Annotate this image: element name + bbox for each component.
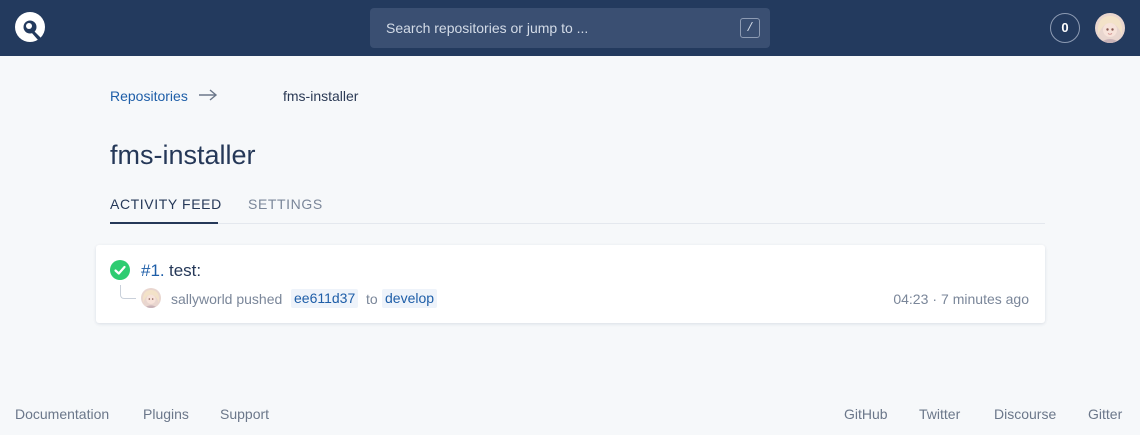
avatar-image-icon <box>141 288 161 308</box>
page-title: fms-installer <box>110 140 256 170</box>
commit-author-avatar <box>141 288 161 308</box>
branch-link[interactable]: develop <box>382 289 438 308</box>
search-box: / <box>370 8 770 48</box>
commit-sha-link[interactable]: ee611d37 <box>291 289 359 308</box>
tabs-divider <box>110 223 1045 224</box>
tree-connector <box>120 285 136 299</box>
build-action: pushed <box>236 291 283 307</box>
search-input[interactable] <box>370 8 770 48</box>
footer-link-twitter[interactable]: Twitter <box>919 406 960 422</box>
success-check-icon <box>110 260 130 280</box>
build-number[interactable]: #1. <box>141 261 165 281</box>
footer-link-github[interactable]: GitHub <box>844 406 888 422</box>
footer-link-documentation[interactable]: Documentation <box>15 406 109 422</box>
time-separator: · <box>932 291 938 307</box>
tab-settings[interactable]: SETTINGS <box>248 196 323 212</box>
drone-logo-icon[interactable] <box>14 11 46 43</box>
active-tab-indicator <box>110 222 218 224</box>
user-avatar[interactable] <box>1095 13 1125 43</box>
search-shortcut-hint: / <box>740 18 760 38</box>
build-to-label: to <box>366 291 378 307</box>
build-time-ago: 7 minutes ago <box>941 291 1029 307</box>
avatar-image-icon <box>1095 13 1125 43</box>
top-navigation-bar: / 0 <box>0 0 1140 56</box>
footer-link-discourse[interactable]: Discourse <box>994 406 1056 422</box>
build-time: 04:23 · 7 minutes ago <box>893 291 1029 307</box>
footer-link-support[interactable]: Support <box>220 406 269 422</box>
build-duration: 04:23 <box>893 291 929 307</box>
build-author-action: sallyworld pushed <box>171 291 282 307</box>
build-message[interactable]: test: <box>169 261 201 281</box>
footer-link-plugins[interactable]: Plugins <box>143 406 189 422</box>
notification-count-badge[interactable]: 0 <box>1050 13 1080 43</box>
tab-activity-feed[interactable]: ACTIVITY FEED <box>110 196 222 212</box>
arrow-right-icon <box>199 89 218 101</box>
footer-link-gitter[interactable]: Gitter <box>1088 406 1122 422</box>
build-card[interactable]: #1. test: sallyworld pushed ee611d37 to … <box>96 245 1045 323</box>
build-author: sallyworld <box>171 291 233 307</box>
breadcrumb-repositories-link[interactable]: Repositories <box>110 88 188 104</box>
breadcrumb-current: fms-installer <box>283 88 359 104</box>
